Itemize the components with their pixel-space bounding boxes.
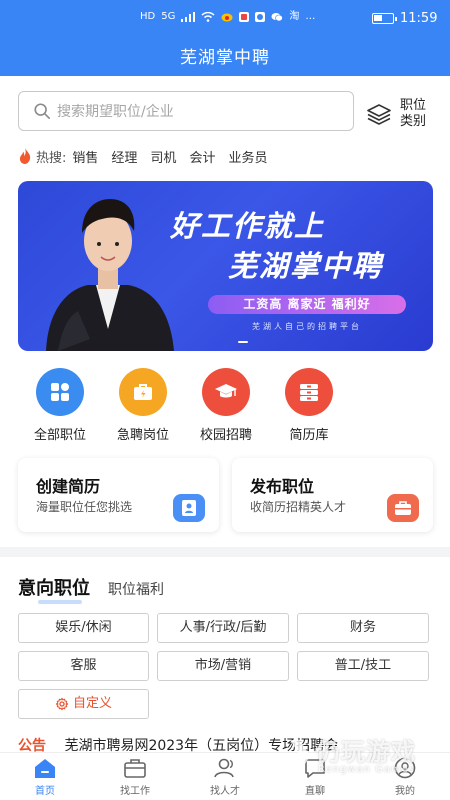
network-icon: 5G [161,11,176,22]
wechat-icon [271,13,284,22]
card-title: 创建简历 [36,477,101,496]
hot-keyword[interactable]: 司机 [150,147,176,166]
banner-headline-1: 好工作就上 [170,209,326,243]
carousel-indicator [238,341,248,343]
app-icon-2 [255,12,266,22]
weibo-icon [221,13,233,22]
watermark-logo-icon [290,740,310,772]
home-icon [35,759,55,778]
nav-label: 找工作 [120,786,150,797]
hot-search-label: 热搜: [36,150,67,166]
section-divider [0,547,450,557]
tab-intent-jobs[interactable]: 意向职位 [18,574,90,604]
signal-icon [181,12,196,22]
more-icon: … [305,11,316,22]
nav-label: 找人才 [210,786,240,797]
page-title: 芜湖掌中聘 [180,48,270,68]
quick-entry-campus[interactable]: 校园招聘 [186,368,266,443]
taobao-icon: 淘 [289,11,300,22]
watermark: 仍玩游戏 Rengwan Games [286,728,446,788]
quick-entry-label: 校园招聘 [199,428,252,443]
layers-icon [367,104,391,125]
job-category-label: 职位类别 [400,98,427,129]
watermark-subtitle: Rengwan Games [318,764,416,775]
banner-pill: 工资高 离家近 福利好 [208,295,406,314]
wifi-icon [201,12,215,22]
hot-keyword[interactable]: 业务员 [228,147,267,166]
job-chip[interactable]: 市场/营销 [157,651,289,681]
quick-entry-all-jobs[interactable]: 全部职位 [20,368,100,443]
hot-keyword[interactable]: 会计 [189,147,215,166]
job-chip[interactable]: 娱乐/休闲 [18,613,149,643]
card-title: 发布职位 [250,477,315,496]
quick-entry-label: 全部职位 [33,428,86,443]
nav-find-talent[interactable]: 找人才 [190,757,260,797]
briefcase-icon [124,759,146,778]
banner-subtitle: 芜湖人自己的招聘平台 [252,322,362,331]
graduation-cap-icon [202,368,250,416]
job-chip[interactable]: 财务 [297,613,429,643]
flame-icon [19,148,31,164]
create-resume-card[interactable]: 创建简历 海量职位任您挑选 [18,458,219,532]
banner-headline-2: 芜湖掌中聘 [228,249,384,283]
status-time: 11:59 [400,11,438,26]
intent-tabs: 意向职位 职位福利 [18,574,164,604]
custom-chip-label: 自定义 [72,696,112,711]
quick-entry-label: 急聘岗位 [116,428,169,443]
watermark-title: 仍玩游戏 [316,738,416,766]
resume-icon [173,494,205,522]
tab-job-benefits[interactable]: 职位福利 [108,579,164,599]
urgent-bag-icon [119,368,167,416]
banner-person-image [46,199,174,351]
quick-entry-label: 简历库 [289,428,329,443]
status-bar: HD 5G 淘 … 11:59 [0,0,450,36]
database-icon [285,368,333,416]
card-subtitle: 海量职位任您挑选 [36,500,133,514]
job-chip[interactable]: 客服 [18,651,149,681]
search-input[interactable]: 搜索期望职位/企业 [18,91,354,131]
promo-banner[interactable]: 好工作就上 芜湖掌中聘 工资高 离家近 福利好 芜湖人自己的招聘平台 [18,181,433,351]
job-chip[interactable]: 普工/技工 [297,651,429,681]
battery-icon [372,13,397,24]
grid-icon [36,368,84,416]
search-icon [34,103,51,120]
hd-icon: HD [140,11,156,22]
nav-home[interactable]: 首页 [10,757,80,797]
custom-chip-button[interactable]: 自定义 [18,689,149,719]
hot-keyword[interactable]: 销售 [72,147,98,166]
nav-label: 首页 [35,786,55,797]
hot-search: 热搜: 销售 经理 司机 会计 业务员 [18,146,280,166]
card-subtitle: 收简历招精英人才 [250,500,347,514]
briefcase-icon [387,494,419,522]
gear-icon [55,697,69,711]
hot-keyword[interactable]: 经理 [111,147,137,166]
app-header: HD 5G 淘 … 11:59 芜湖掌中聘 [0,0,450,76]
status-icons: HD 5G 淘 … [140,12,315,22]
quick-entry-urgent-jobs[interactable]: 急聘岗位 [103,368,183,443]
quick-entry-resume-db[interactable]: 简历库 [269,368,349,443]
nav-find-job[interactable]: 找工作 [100,757,170,797]
job-category-button[interactable]: 职位类别 [366,96,436,132]
app-icon [239,12,250,22]
people-icon [214,758,234,778]
post-job-card[interactable]: 发布职位 收简历招精英人才 [232,458,433,532]
search-placeholder: 搜索期望职位/企业 [57,104,174,120]
job-chip[interactable]: 人事/行政/后勤 [157,613,289,643]
